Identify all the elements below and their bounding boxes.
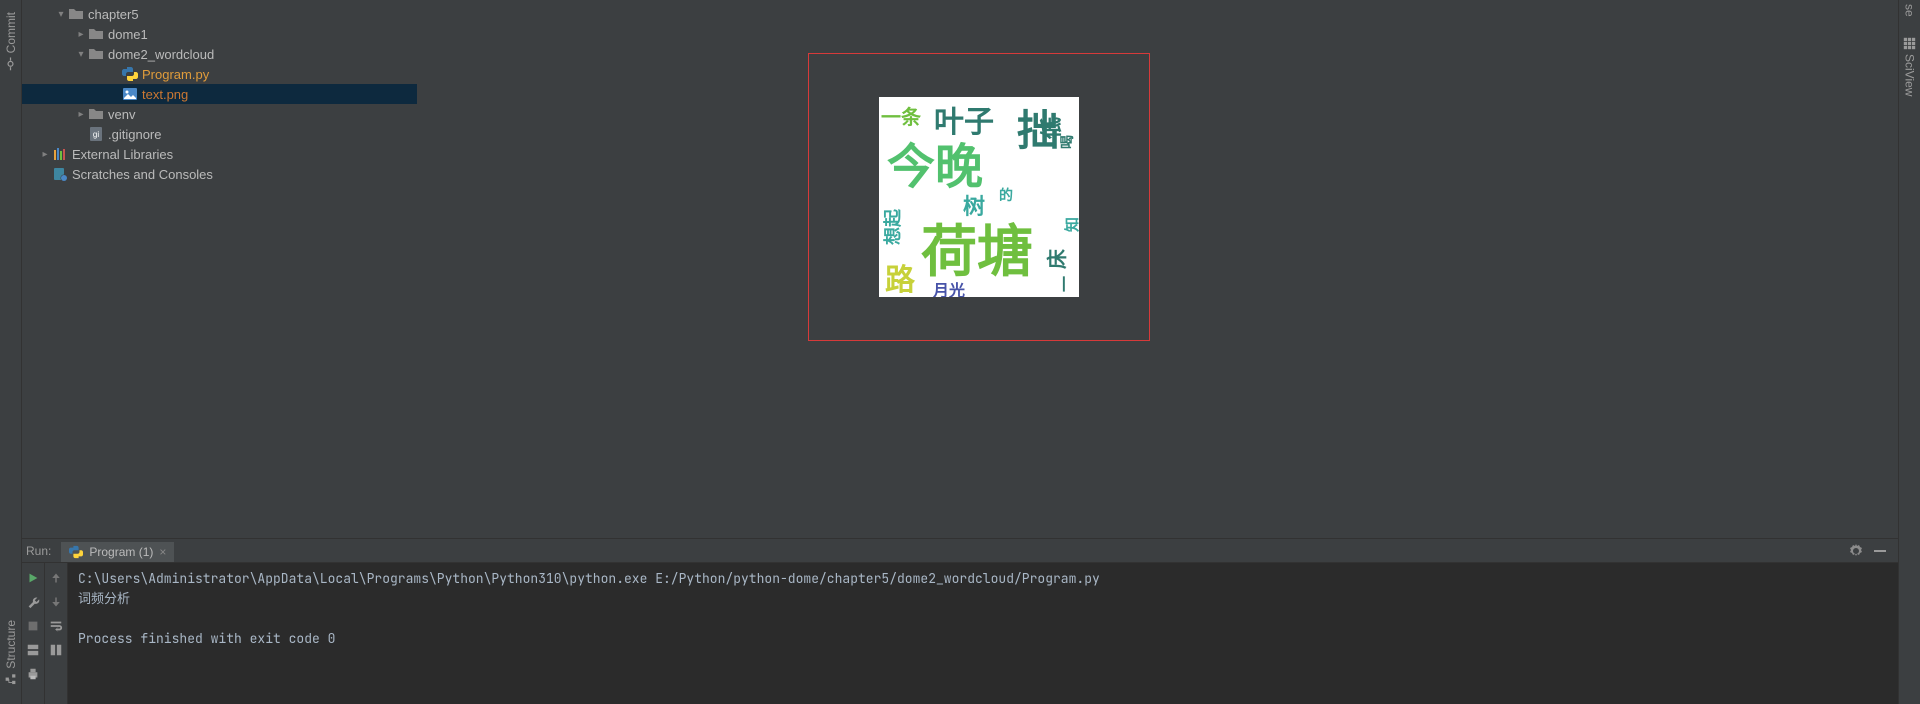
chevron-right-icon: ▸ — [74, 29, 88, 40]
tree-node-gitignore[interactable]: ▸ gi .gitignore — [22, 124, 417, 144]
wordcloud-word: 路 — [885, 255, 915, 297]
main-column: ▾ chapter5 ▸ dome1 ▾ dome2_wordcloud — [22, 0, 1898, 704]
tree-node-dome1[interactable]: ▸ dome1 — [22, 24, 417, 44]
tree-node-venv[interactable]: ▸ venv — [22, 104, 417, 124]
gitignore-file-icon: gi — [88, 126, 104, 142]
chevron-down-icon: ▾ — [54, 9, 68, 20]
run-body: C:\Users\Administrator\AppData\Local\Pro… — [22, 563, 1898, 704]
soft-wrap-button[interactable] — [47, 617, 65, 635]
tree-node-scratches[interactable]: ▸ Scratches and Consoles — [22, 164, 417, 184]
wordcloud-word: 床 — [1041, 249, 1070, 269]
libraries-icon — [52, 146, 68, 162]
chevron-down-icon: ▾ — [74, 49, 88, 60]
up-arrow-button[interactable] — [47, 569, 65, 587]
tree-label: chapter5 — [88, 7, 139, 22]
wordcloud-word: 想起 — [879, 209, 905, 245]
folder-icon — [88, 46, 104, 62]
tree-label: text.png — [142, 87, 188, 102]
commit-icon — [4, 57, 17, 70]
gear-icon[interactable] — [1848, 543, 1864, 559]
scroll-to-end-button[interactable] — [47, 641, 65, 659]
upper-split: ▾ chapter5 ▸ dome1 ▾ dome2_wordcloud — [22, 0, 1898, 538]
folder-icon — [88, 106, 104, 122]
wordcloud-word: 月光 — [933, 277, 965, 297]
commit-toolwindow-tab[interactable]: Commit — [2, 0, 20, 82]
project-tool-window: ▾ chapter5 ▸ dome1 ▾ dome2_wordcloud — [22, 0, 417, 538]
run-config-tab[interactable]: Program (1) × — [61, 540, 174, 562]
wordcloud-word: 一条 — [881, 101, 921, 130]
python-run-icon — [69, 545, 83, 559]
scratches-icon — [52, 166, 68, 182]
wordcloud-image: 今晚荷塘叶子一条树路月光想起知道这是一些拙低床的喝 — [879, 97, 1079, 297]
chevron-right-icon: ▸ — [38, 149, 52, 160]
print-button[interactable] — [24, 665, 42, 683]
tree-label: venv — [108, 107, 135, 122]
stop-button[interactable] — [24, 617, 42, 635]
folder-icon — [68, 6, 84, 22]
down-arrow-button[interactable] — [47, 593, 65, 611]
svg-text:gi: gi — [93, 130, 99, 139]
database-toolwindow-tab[interactable]: se — [1901, 0, 1919, 27]
tree-label: Scratches and Consoles — [72, 167, 213, 182]
run-header-tools — [1848, 543, 1894, 559]
tree-node-chapter5[interactable]: ▾ chapter5 — [22, 4, 417, 24]
run-action-gutter-1 — [22, 563, 45, 704]
project-tree[interactable]: ▾ chapter5 ▸ dome1 ▾ dome2_wordcloud — [22, 0, 417, 538]
run-title: Run: — [26, 544, 51, 558]
commit-label: Commit — [4, 12, 18, 53]
chevron-right-icon: ▸ — [74, 109, 88, 120]
tree-node-text-png[interactable]: ▸ text.png — [22, 84, 417, 104]
rerun-button[interactable] — [24, 569, 42, 587]
wordcloud-word: 的 — [999, 185, 1013, 205]
tree-node-dome2-wordcloud[interactable]: ▾ dome2_wordcloud — [22, 44, 417, 64]
wordcloud-word: 叶子 — [934, 97, 994, 141]
tree-node-program-py[interactable]: ▸ Program.py — [22, 64, 417, 84]
wrench-button[interactable] — [24, 593, 42, 611]
sciview-label: SciView — [1903, 54, 1917, 96]
tree-label: Program.py — [142, 67, 209, 82]
console-output[interactable]: C:\Users\Administrator\AppData\Local\Pro… — [68, 563, 1898, 704]
image-preview-frame[interactable]: 今晚荷塘叶子一条树路月光想起知道这是一些拙低床的喝 — [808, 53, 1150, 341]
run-header: Run: Program (1) × — [22, 539, 1898, 563]
image-file-icon — [122, 86, 138, 102]
wordcloud-word: 树 — [963, 189, 985, 221]
tree-label: dome2_wordcloud — [108, 47, 214, 62]
sciview-icon — [1903, 37, 1916, 50]
layout-button[interactable] — [24, 641, 42, 659]
tree-label: External Libraries — [72, 147, 173, 162]
tree-label: dome1 — [108, 27, 148, 42]
wordcloud-word: 喝 — [1057, 135, 1077, 149]
wordcloud-word: 知道这是 — [1061, 214, 1079, 232]
folder-icon — [88, 26, 104, 42]
minimize-icon[interactable] — [1872, 543, 1888, 559]
left-tool-gutter: Commit Structure — [0, 0, 22, 704]
close-icon[interactable]: × — [159, 545, 166, 559]
database-label: se — [1903, 4, 1917, 17]
run-action-gutter-2 — [45, 563, 68, 704]
structure-toolwindow-tab[interactable]: Structure — [2, 608, 20, 698]
tree-node-external-libraries[interactable]: ▸ External Libraries — [22, 144, 417, 164]
sciview-toolwindow-tab[interactable]: SciView — [1901, 27, 1919, 106]
run-tab-label: Program (1) — [89, 545, 153, 559]
python-file-icon — [122, 66, 138, 82]
editor-area: 今晚荷塘叶子一条树路月光想起知道这是一些拙低床的喝 — [417, 0, 1898, 538]
structure-icon — [4, 673, 17, 686]
right-tool-gutter: se SciView — [1898, 0, 1920, 704]
run-tool-window: Run: Program (1) × — [22, 538, 1898, 704]
structure-label: Structure — [4, 620, 18, 669]
tree-label: .gitignore — [108, 127, 161, 142]
